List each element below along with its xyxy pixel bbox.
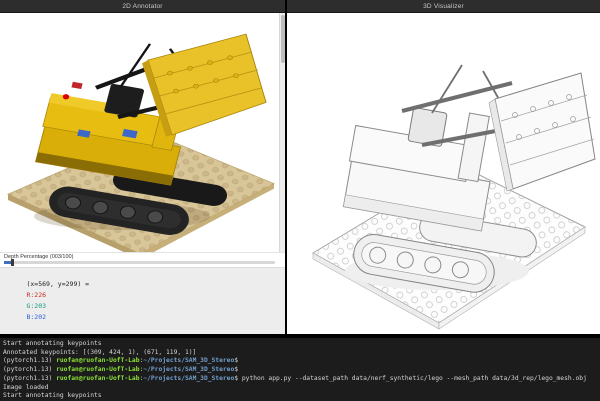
terminal-line: (pytorch1.13) ruofan@ruofan-UofT-Lab:~/P… [3, 374, 587, 382]
terminal-line: (pytorch1.13) ruofan@ruofan-UofT-Lab:~/P… [3, 366, 239, 374]
terminal-line: Start annotating keypoints [3, 392, 102, 400]
depth-slider-panel: Depth Percentage (003/100) [0, 252, 285, 267]
annotator-title: 2D Annotator [122, 2, 163, 10]
readout-coords: (x=569, y=299) = [26, 280, 90, 288]
annotator-titlebar: 2D Annotator [0, 0, 285, 13]
visualizer-title: 3D Visualizer [423, 2, 464, 10]
annotator-scrollbar[interactable] [279, 13, 285, 252]
terminal-window[interactable]: Start annotating keypoints Annotated keyp… [0, 338, 600, 401]
readout-b: B:202 [26, 313, 47, 321]
annotator-window: 2D Annotator Depth Percentage (003/100) … [0, 0, 285, 334]
terminal-output: Start annotating keypoints Annotated keyp… [3, 340, 600, 401]
desktop: 2D Annotator Depth Percentage (003/100) … [0, 0, 600, 401]
visualizer-window: 3D Visualizer [287, 0, 600, 334]
lego-mesh-sketch [312, 64, 596, 330]
visualizer-titlebar: 3D Visualizer [287, 0, 600, 13]
depth-slider-label: Depth Percentage (003/100) [4, 254, 74, 260]
lego-render-image [6, 33, 276, 252]
visualizer-canvas[interactable] [287, 13, 600, 334]
terminal-line: Start annotating keypoints [3, 340, 102, 347]
pixel-readout: (x=569, y=299) = R:226 G:203 B:202 [0, 267, 285, 334]
scrollbar-thumb[interactable] [281, 15, 285, 63]
readout-r: R:226 [26, 291, 47, 299]
keypoint-marker [62, 94, 70, 100]
blade-sketch [488, 72, 596, 192]
depth-slider-track[interactable] [4, 259, 275, 266]
readout-g: G:203 [26, 302, 47, 310]
annotator-canvas[interactable] [0, 13, 285, 252]
terminal-line: Image loaded [3, 383, 49, 391]
terminal-line: (pytorch1.13) ruofan@ruofan-UofT-Lab:~/P… [3, 357, 239, 365]
bulldozer-body-sketch [342, 107, 491, 232]
depth-slider-handle[interactable] [11, 259, 15, 266]
